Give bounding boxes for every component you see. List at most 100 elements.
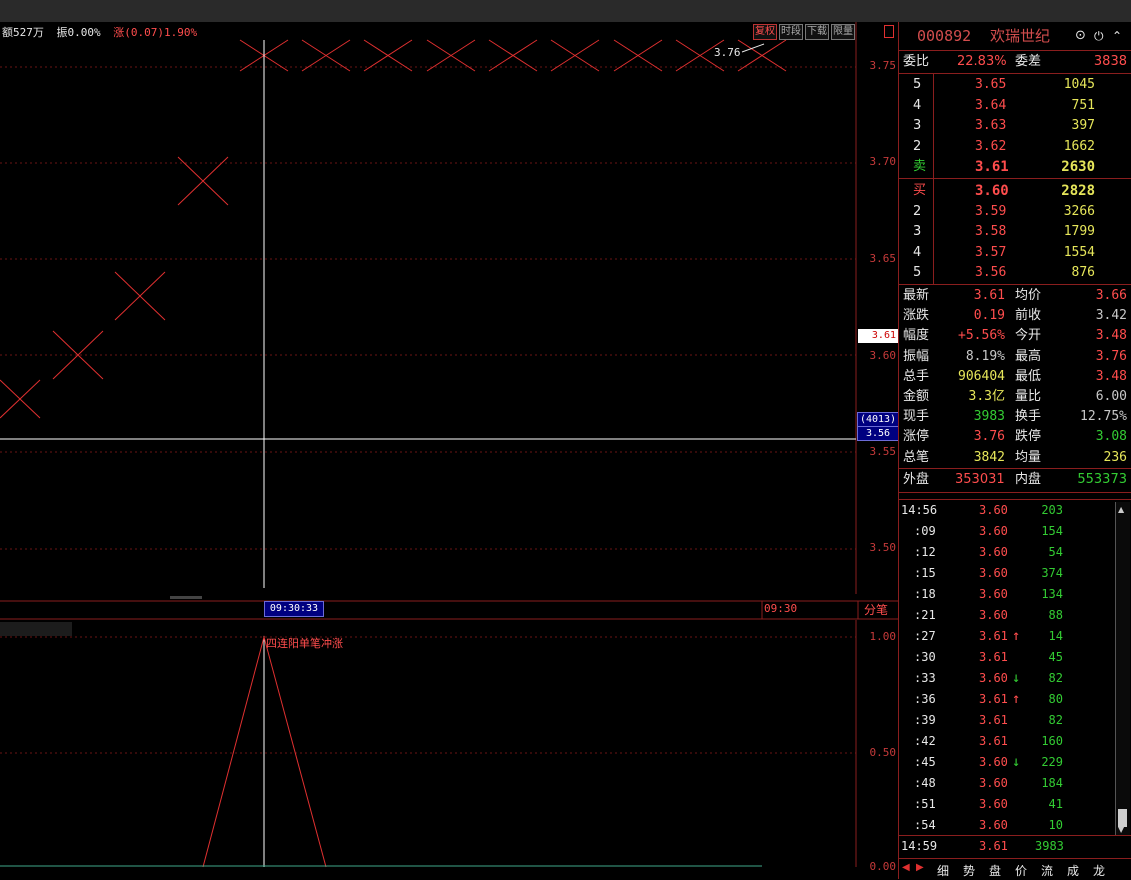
tick-row[interactable]: :27 3.61 ↑ 14 — [899, 626, 1114, 647]
waipan-neipan-row: 外盘 353031 内盘 553373 — [899, 469, 1131, 491]
quote-panel: 000892 欢瑞世纪 ⊙ ⏻ ⌃ 委比 22.83% 委差 3838 5 3.6… — [898, 22, 1131, 879]
quote-value: 3.66 — [1095, 288, 1127, 303]
buy-price: 3.56 — [975, 265, 1007, 280]
weicha-label: 委差 — [1015, 54, 1042, 69]
tick-row[interactable]: :30 3.61 45 — [899, 647, 1114, 668]
bottom-tab[interactable]: 价 — [1015, 862, 1027, 879]
tick-time: :30 — [914, 650, 936, 664]
buy-row[interactable]: 5 3.56 876 — [899, 263, 1131, 283]
tick-row[interactable]: :15 3.60 374 — [899, 563, 1114, 584]
bottom-tab[interactable]: 流 — [1041, 862, 1053, 879]
quote-label: 最高 — [1015, 348, 1042, 364]
sell-row[interactable]: 5 3.65 1045 — [899, 75, 1131, 95]
sell-price: 3.65 — [975, 77, 1007, 92]
tick-time: :15 — [914, 566, 936, 580]
tick-row[interactable]: :33 3.60 ↓ 82 — [899, 668, 1114, 689]
stock-code: 000892 — [917, 27, 972, 45]
chart-area[interactable]: 3.61 (4013) 3.56 09:30:33 09:30 分笔 3.76 … — [0, 22, 899, 879]
sell-volume: 397 — [1071, 118, 1095, 133]
tick-time: :27 — [914, 629, 936, 643]
tick-row[interactable]: :51 3.60 41 — [899, 794, 1114, 815]
buy-level: 2 — [913, 203, 922, 219]
tab-next-icon[interactable]: ▶ — [916, 862, 924, 873]
tick-row[interactable]: :42 3.61 160 — [899, 731, 1114, 752]
target-icon[interactable]: ⊙ — [1075, 24, 1086, 48]
panel-toggle-icon[interactable] — [884, 25, 894, 38]
sell-row[interactable]: 3 3.63 397 — [899, 116, 1131, 136]
last-tick-volume: 3983 — [1035, 839, 1064, 853]
tick-row[interactable]: :09 3.60 154 — [899, 521, 1114, 542]
fenbi-button[interactable]: 分笔 — [864, 601, 888, 618]
tick-row[interactable]: :54 3.60 10 — [899, 815, 1114, 836]
quote-value: 0.19 — [973, 308, 1005, 324]
bottom-tab[interactable]: 势 — [963, 862, 975, 879]
buy-row[interactable]: 3 3.58 1799 — [899, 222, 1131, 242]
sell-volume: 2630 — [1061, 159, 1095, 175]
weicha-value: 3838 — [1093, 54, 1127, 69]
tick-time: :36 — [914, 692, 936, 706]
buy-volume: 2828 — [1061, 183, 1095, 199]
tick-row[interactable]: :21 3.60 88 — [899, 605, 1114, 626]
sell-volume: 1662 — [1063, 138, 1095, 154]
tick-volume: 14 — [1048, 629, 1063, 643]
download-button[interactable]: 下载 — [805, 24, 829, 40]
tick-row[interactable]: :45 3.60 ↓ 229 — [899, 752, 1114, 773]
tick-time: :39 — [914, 713, 936, 727]
buy-row[interactable]: 买 3.60 2828 — [899, 181, 1131, 201]
sell-row[interactable]: 2 3.62 1662 — [899, 137, 1131, 157]
power-icon[interactable]: ⏻ — [1094, 24, 1104, 48]
tick-time: :09 — [914, 524, 936, 538]
buy-level: 买 — [913, 183, 927, 198]
lower-y-label: 0.50 — [869, 746, 897, 759]
quote-value: 3.3亿 — [968, 389, 1005, 404]
bottom-tab[interactable]: 盘 — [989, 862, 1001, 879]
buy-row[interactable]: 2 3.59 3266 — [899, 202, 1131, 222]
tick-row[interactable]: 14:56 3.60 203 — [899, 500, 1114, 521]
shiduan-button[interactable]: 时段 — [779, 24, 803, 40]
buy-level: 5 — [913, 265, 922, 280]
tick-row[interactable]: :36 3.61 ↑ 80 — [899, 689, 1114, 710]
tick-direction-icon: ↓ — [1012, 754, 1021, 770]
buy-level: 4 — [913, 244, 922, 260]
tick-price: 3.60 — [979, 545, 1008, 559]
amount-text: 额527万 — [2, 26, 44, 39]
sell-row[interactable]: 卖 3.61 2630 — [899, 157, 1131, 177]
info-line: 额527万 振0.00% 涨(0.07)1.90% — [2, 24, 203, 40]
quote-row: 最新 3.61 均价 3.66 — [899, 286, 1131, 306]
y-label: 3.60 — [869, 349, 897, 362]
bottom-tab[interactable]: 细 — [937, 862, 949, 879]
bottom-tab[interactable]: 龙 — [1093, 862, 1105, 879]
tick-scrollbar[interactable]: ▲ ▼ — [1115, 502, 1130, 835]
tick-volume: 184 — [1041, 776, 1063, 790]
quote-label: 涨跌 — [903, 308, 930, 324]
tick-volume: 82 — [1048, 671, 1063, 685]
buy-price: 3.59 — [975, 203, 1007, 219]
tick-price: 3.61 — [979, 650, 1008, 664]
quote-value: 6.00 — [1095, 389, 1127, 404]
sell-row[interactable]: 4 3.64 751 — [899, 96, 1131, 116]
tick-row[interactable]: :39 3.61 82 — [899, 710, 1114, 731]
quote-value: 3.42 — [1095, 308, 1127, 324]
bottom-tab[interactable]: 成 — [1067, 862, 1079, 879]
tick-price: 3.60 — [979, 797, 1008, 811]
quote-label: 振幅 — [903, 348, 930, 364]
tick-direction-icon: ↓ — [1012, 670, 1021, 686]
change-text: 涨(0.07)1.90% — [113, 26, 198, 39]
tick-row[interactable]: :12 3.60 54 — [899, 542, 1114, 563]
quote-label: 前收 — [1015, 308, 1042, 324]
buy-row[interactable]: 4 3.57 1554 — [899, 243, 1131, 263]
tab-prev-icon[interactable]: ◀ — [902, 862, 910, 873]
waipan-label: 外盘 — [903, 472, 930, 487]
tick-row[interactable]: :18 3.60 134 — [899, 584, 1114, 605]
scroll-down-icon[interactable]: ▼ — [1118, 825, 1124, 834]
quote-row: 总手 906404 最低 3.48 — [899, 367, 1131, 387]
fuquan-button[interactable]: 复权 — [753, 24, 777, 40]
tick-row[interactable]: :48 3.60 184 — [899, 773, 1114, 794]
quote-value: 236 — [1103, 449, 1127, 465]
quote-label: 金额 — [903, 389, 930, 404]
collapse-up-icon[interactable]: ⌃ — [1112, 24, 1122, 48]
tick-x-marks — [0, 39, 787, 419]
limit-button[interactable]: 限量 — [831, 24, 855, 40]
scroll-up-icon[interactable]: ▲ — [1118, 505, 1124, 514]
weibi-label: 委比 — [903, 54, 930, 69]
